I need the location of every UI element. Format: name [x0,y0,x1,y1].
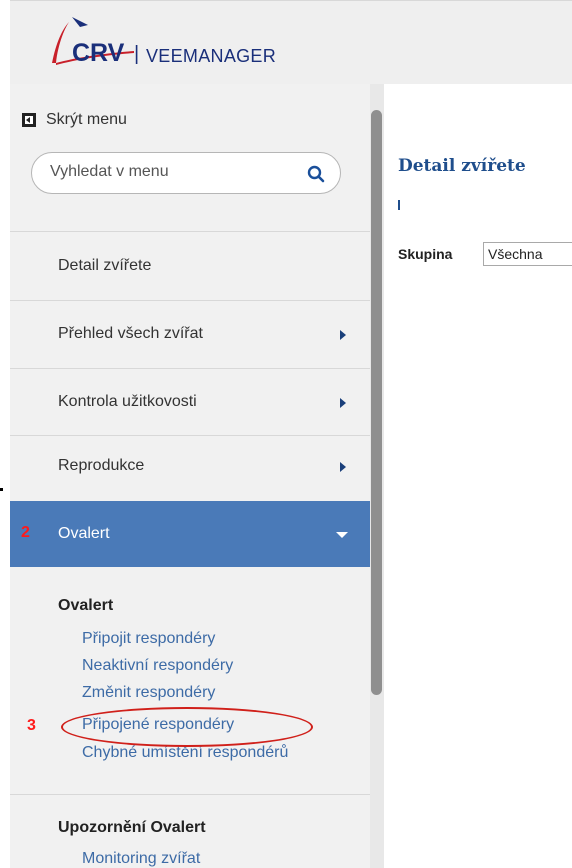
submenu-link-pripojit[interactable]: Připojit respondéry [82,630,215,648]
search-input[interactable] [50,163,290,181]
menu-item-detail-zvirete[interactable]: Detail zvířete [10,234,370,298]
menu-item-label: Kontrola užitkovosti [58,393,197,410]
menu-item-ovalert[interactable]: 2 Ovalert [10,501,370,567]
submenu-heading-ovalert: Ovalert [58,597,114,614]
chevron-right-icon [340,398,346,408]
menu-divider [10,300,370,301]
app-header: CRV | VEEMANAGER [10,0,572,84]
submenu-link-neaktivni[interactable]: Neaktivní respondéry [82,657,233,675]
stray-dot [0,488,3,491]
search-icon[interactable] [307,165,325,183]
annotation-marker-3: 3 [27,717,36,734]
group-label: Skupina [398,246,453,262]
page-title: Detail zvířete [398,156,526,176]
menu-search[interactable] [31,152,341,194]
submenu-heading-upozorneni: Upozornění Ovalert [58,819,206,836]
menu-item-label: Ovalert [58,525,110,542]
menu-item-label: Přehled všech zvířat [58,325,203,342]
chevron-right-icon [340,330,346,340]
annotation-circle [61,707,313,747]
submenu-link-monitoring[interactable]: Monitoring zvířat [82,850,200,868]
menu-item-kontrola-uzitkovosti[interactable]: Kontrola užitkovosti [10,370,370,434]
menu-item-prehled-zvirat[interactable]: Přehled všech zvířat [10,302,370,366]
hide-menu-button[interactable]: Skrýt menu [22,111,127,129]
annotation-marker-2: 2 [21,524,30,541]
hide-menu-label: Skrýt menu [46,111,127,128]
brand-separator: | [134,43,140,65]
menu-item-reprodukce[interactable]: Reprodukce [10,434,370,498]
menu-item-label: Detail zvířete [58,257,152,274]
chevron-down-icon [336,532,348,538]
submenu-link-zmenit[interactable]: Změnit respondéry [82,684,215,702]
product-name: VEEMANAGER [146,46,277,66]
menu-item-label: Reprodukce [58,457,145,474]
collapse-icon [22,113,36,127]
menu-divider [10,368,370,369]
brand-name: CRV [72,39,125,67]
crv-logo[interactable]: CRV | VEEMANAGER [48,13,318,71]
group-select[interactable]: Všechna [483,242,572,266]
text-cursor [398,200,400,210]
menu-divider [10,231,370,232]
menu-divider [10,794,370,795]
chevron-right-icon [340,462,346,472]
sidebar-scrollbar-thumb[interactable] [371,110,382,695]
